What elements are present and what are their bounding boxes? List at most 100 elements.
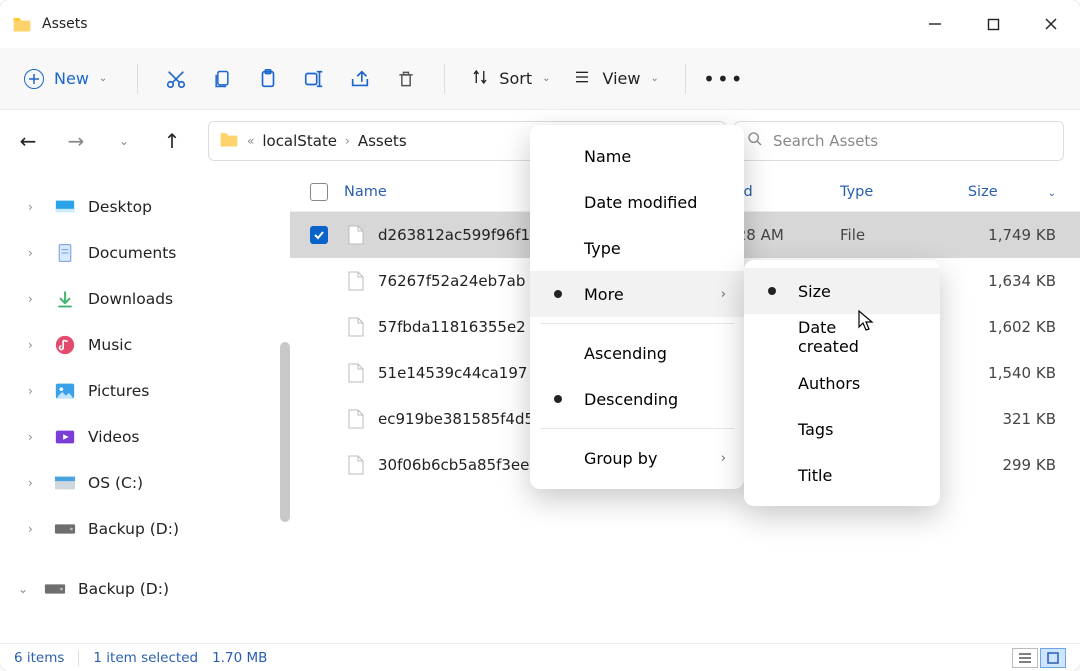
list-icon	[572, 69, 592, 89]
row-checkbox[interactable]	[310, 226, 328, 244]
chevron-right-icon: ›	[28, 246, 42, 260]
menu-item-authors[interactable]: Authors	[744, 360, 940, 406]
pictures-icon	[54, 380, 76, 402]
chevron-down-icon: ⌄	[18, 582, 32, 596]
rename-button[interactable]	[292, 59, 336, 99]
separator	[78, 650, 79, 666]
sort-label: Sort	[499, 69, 532, 88]
chevron-down-icon: ⌄	[650, 73, 658, 84]
cut-button[interactable]	[154, 59, 198, 99]
paste-button[interactable]	[246, 59, 290, 99]
chevron-down-icon: ⌄	[99, 73, 107, 84]
separator	[444, 64, 445, 94]
file-icon	[348, 271, 368, 291]
sidebar-item-videos[interactable]: › Videos	[6, 414, 284, 460]
menu-item-more[interactable]: More›	[530, 271, 744, 317]
sidebar-item-label: Backup (D:)	[78, 580, 169, 598]
chevron-right-icon: ›	[28, 384, 42, 398]
forward-button[interactable]: →	[64, 129, 88, 153]
sidebar-item-label: Documents	[88, 244, 176, 262]
separator	[540, 323, 734, 324]
menu-item-descending[interactable]: Descending	[530, 376, 744, 422]
scrollbar-thumb[interactable]	[280, 342, 290, 522]
delete-button[interactable]	[384, 59, 428, 99]
sidebar-item-backup-d-group[interactable]: ⌄ Backup (D:)	[6, 566, 284, 612]
sidebar: ›Desktop ›Documents ›Downloads ›Music ›P…	[0, 172, 290, 643]
sort-more-submenu: Size Date created Authors Tags Title	[744, 260, 940, 506]
select-all-checkbox[interactable]	[310, 183, 328, 201]
col-size[interactable]: Size⌄	[960, 184, 1080, 200]
documents-icon	[54, 242, 76, 264]
sidebar-item-backup-d[interactable]: › Backup (D:)	[6, 506, 284, 552]
new-button[interactable]: New ⌄	[10, 59, 121, 99]
menu-item-date-created[interactable]: Date created	[744, 314, 940, 360]
file-size: 1,749 KB	[960, 226, 1080, 244]
chevron-right-icon: ›	[28, 200, 42, 214]
sort-button[interactable]: Sort ⌄	[461, 59, 560, 99]
sidebar-item-pictures[interactable]: ›Pictures	[6, 368, 284, 414]
menu-item-date-modified[interactable]: Date modified	[530, 179, 744, 225]
folder-icon	[219, 129, 239, 153]
menu-item-size[interactable]: Size	[744, 268, 940, 314]
breadcrumb-seg[interactable]: Assets	[358, 132, 407, 150]
sidebar-item-label: Backup (D:)	[88, 520, 179, 538]
search-input[interactable]: Search Assets	[734, 121, 1064, 161]
chevron-right-icon: ›	[28, 476, 42, 490]
view-button[interactable]: View ⌄	[562, 59, 668, 99]
file-size: 1,602 KB	[960, 318, 1080, 336]
back-button[interactable]: ←	[16, 129, 40, 153]
thumbnails-view-toggle[interactable]	[1040, 648, 1066, 668]
chevron-right-icon: ›	[28, 522, 42, 536]
breadcrumb-prefix: «	[247, 134, 254, 148]
sidebar-item-music[interactable]: ›Music	[6, 322, 284, 368]
sidebar-item-desktop[interactable]: ›Desktop	[6, 184, 284, 230]
sidebar-item-label: Videos	[88, 428, 140, 446]
close-button[interactable]	[1022, 0, 1080, 48]
toolbar: New ⌄ Sort ⌄ View ⌄ •••	[0, 48, 1080, 110]
search-placeholder: Search Assets	[773, 132, 878, 150]
separator	[540, 428, 734, 429]
music-icon	[54, 334, 76, 356]
file-size: 299 KB	[960, 456, 1080, 474]
sidebar-item-label: Music	[88, 336, 132, 354]
share-button[interactable]	[338, 59, 382, 99]
videos-icon	[54, 426, 76, 448]
menu-item-name[interactable]: Name	[530, 133, 744, 179]
nav-buttons: ← → ⌄ ↑	[16, 129, 184, 153]
menu-item-title[interactable]: Title	[744, 452, 940, 498]
bullet-icon	[554, 290, 562, 298]
menu-item-group-by[interactable]: Group by›	[530, 435, 744, 481]
col-type[interactable]: Type	[840, 184, 960, 200]
separator	[685, 64, 686, 94]
new-label: New	[54, 69, 89, 88]
file-icon	[348, 363, 368, 383]
menu-item-type[interactable]: Type	[530, 225, 744, 271]
recent-button[interactable]: ⌄	[112, 134, 136, 148]
chevron-down-icon: ⌄	[542, 73, 550, 84]
more-button[interactable]: •••	[702, 59, 746, 99]
menu-item-ascending[interactable]: Ascending	[530, 330, 744, 376]
sidebar-item-downloads[interactable]: ›Downloads	[6, 276, 284, 322]
details-view-toggle[interactable]	[1012, 648, 1038, 668]
status-bar: 6 items 1 item selected 1.70 MB	[0, 643, 1080, 671]
plus-icon	[24, 69, 44, 89]
menu-item-tags[interactable]: Tags	[744, 406, 940, 452]
file-size: 1,634 KB	[960, 272, 1080, 290]
minimize-button[interactable]	[906, 0, 964, 48]
chevron-right-icon: ›	[28, 430, 42, 444]
sort-menu: Name Date modified Type More› Ascending …	[530, 125, 744, 489]
copy-button[interactable]	[200, 59, 244, 99]
cursor-icon	[858, 310, 876, 336]
up-button[interactable]: ↑	[160, 129, 184, 153]
maximize-button[interactable]	[964, 0, 1022, 48]
breadcrumb-seg[interactable]: localState	[262, 132, 337, 150]
chevron-down-icon: ⌄	[1048, 188, 1056, 199]
sidebar-item-os-c[interactable]: › OS (C:)	[6, 460, 284, 506]
chevron-right-icon: ›	[721, 451, 726, 466]
sidebar-item-documents[interactable]: › Documents	[6, 230, 284, 276]
desktop-icon	[54, 196, 76, 218]
sidebar-item-label: OS (C:)	[88, 474, 143, 492]
file-size: 1,540 KB	[960, 364, 1080, 382]
file-icon	[348, 225, 368, 245]
chevron-right-icon: ›	[28, 292, 42, 306]
